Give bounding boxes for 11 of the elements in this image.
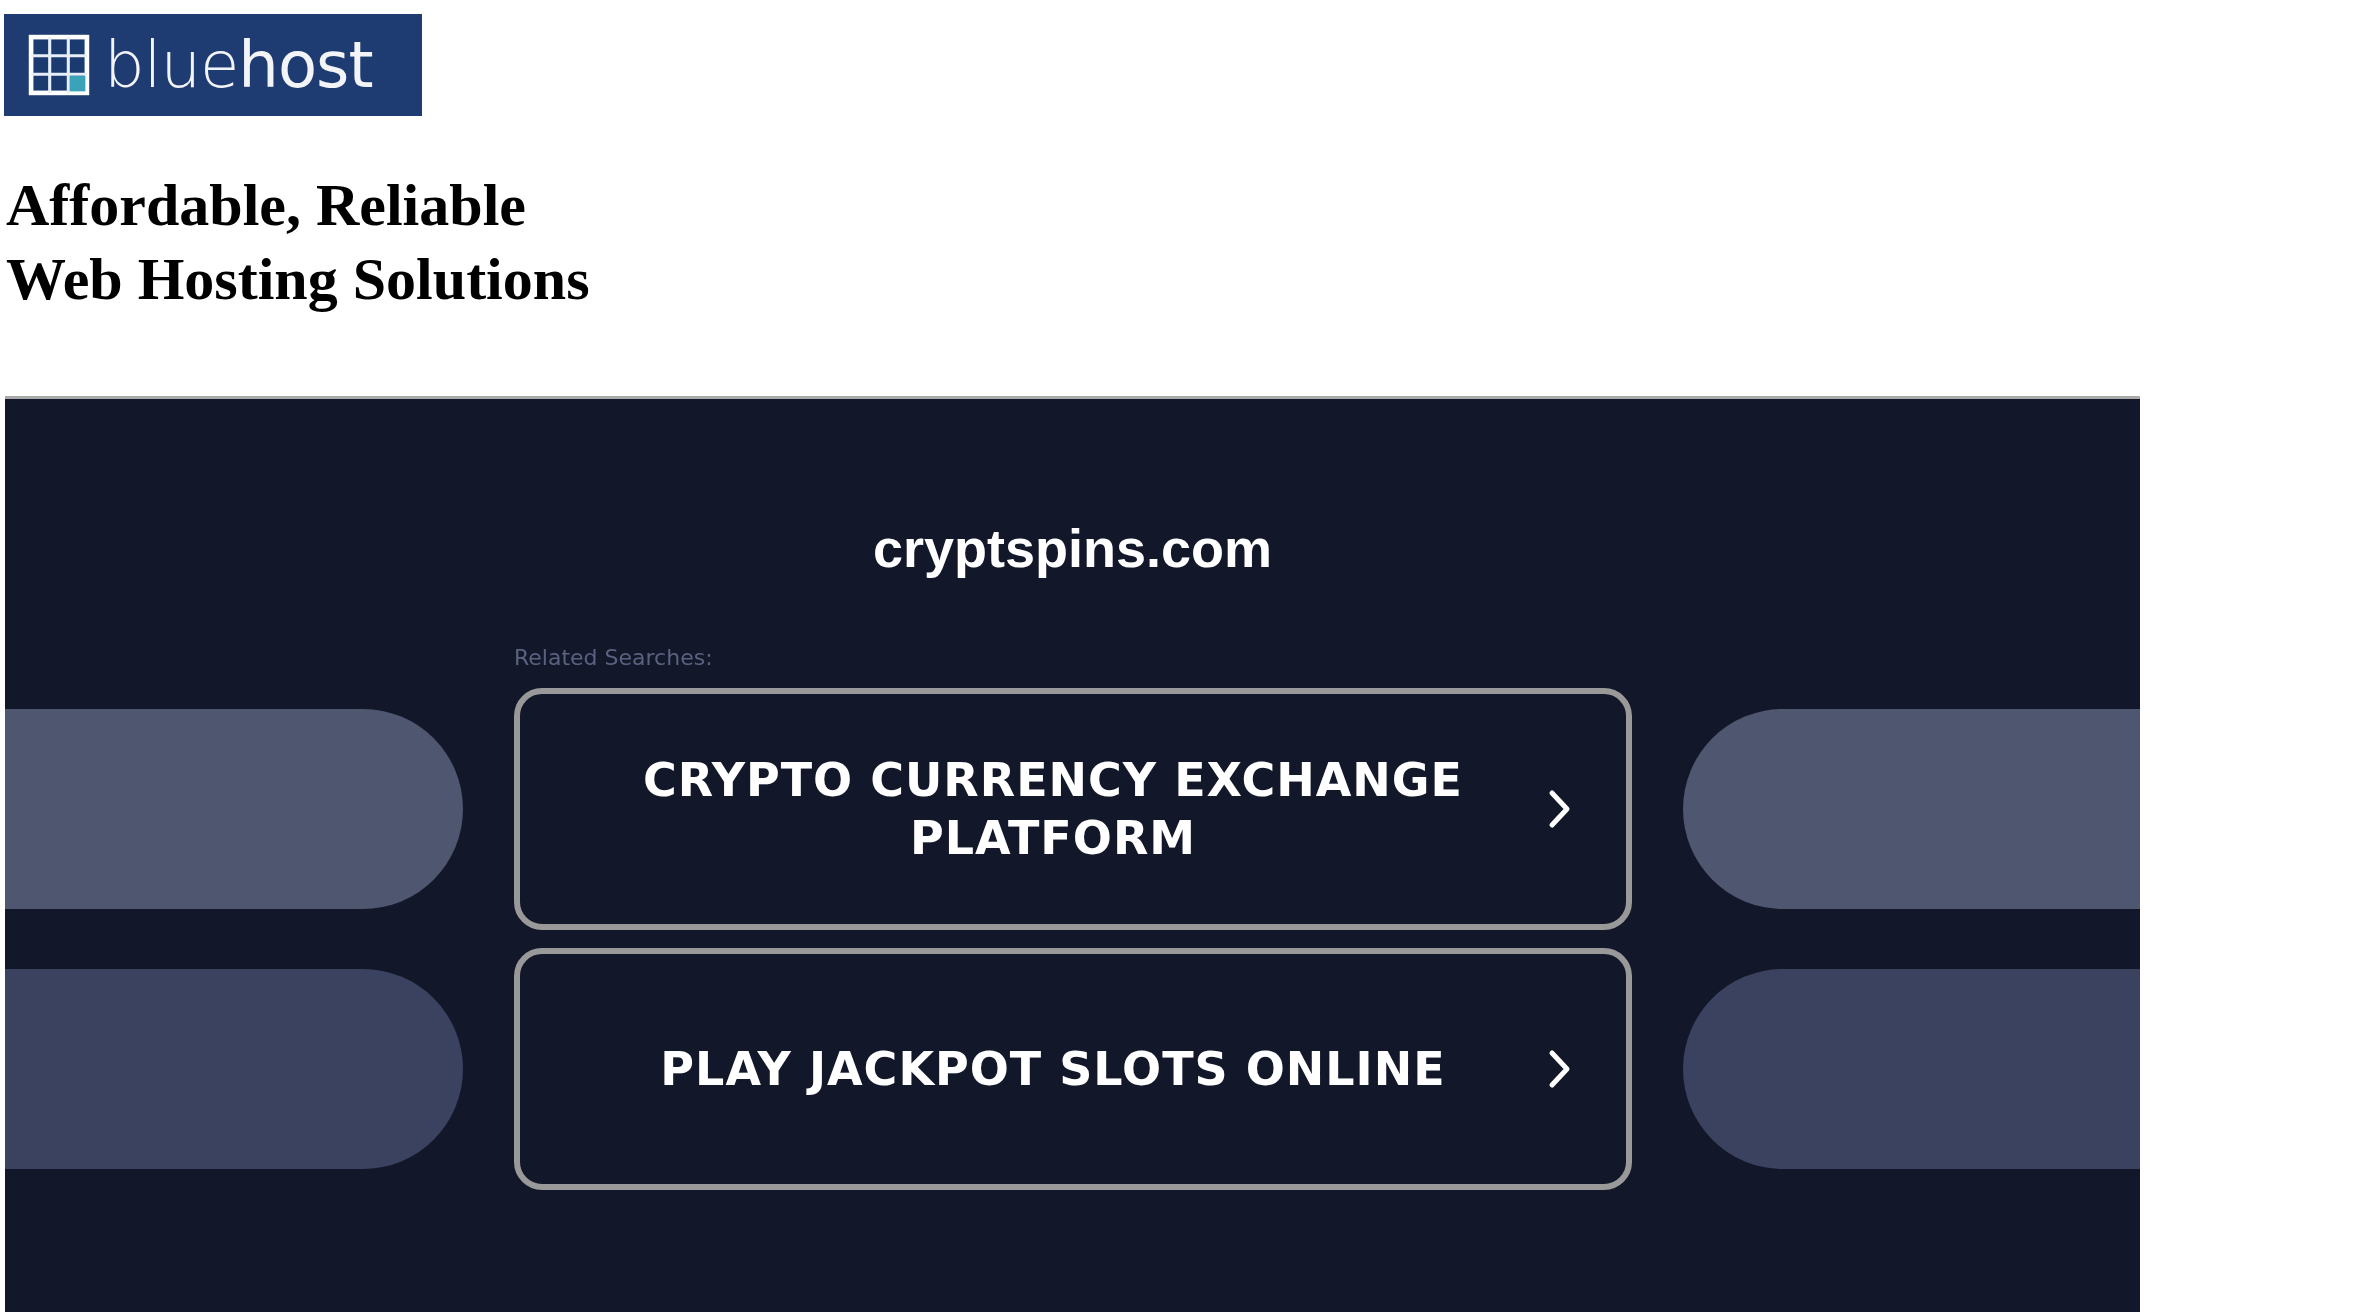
domain-title: cryptspins.com xyxy=(872,517,1273,579)
chevron-right-icon xyxy=(1548,789,1572,829)
logo[interactable]: bluehost xyxy=(4,14,422,116)
chevron-right-icon xyxy=(1548,1049,1572,1089)
grid-icon xyxy=(28,34,90,96)
logo-text: bluehost xyxy=(104,33,373,97)
related-search-link[interactable]: PLAY JACKPOT SLOTS ONLINE xyxy=(514,948,1632,1190)
related-searches-label: Related Searches: xyxy=(514,645,714,670)
headline-text: Web Hosting Solutions xyxy=(6,245,590,314)
related-search-link[interactable]: CRYPTO CURRENCY EXCHANGE PLATFORM xyxy=(514,688,1632,930)
headline-text: Affordable, Reliable xyxy=(6,171,526,240)
